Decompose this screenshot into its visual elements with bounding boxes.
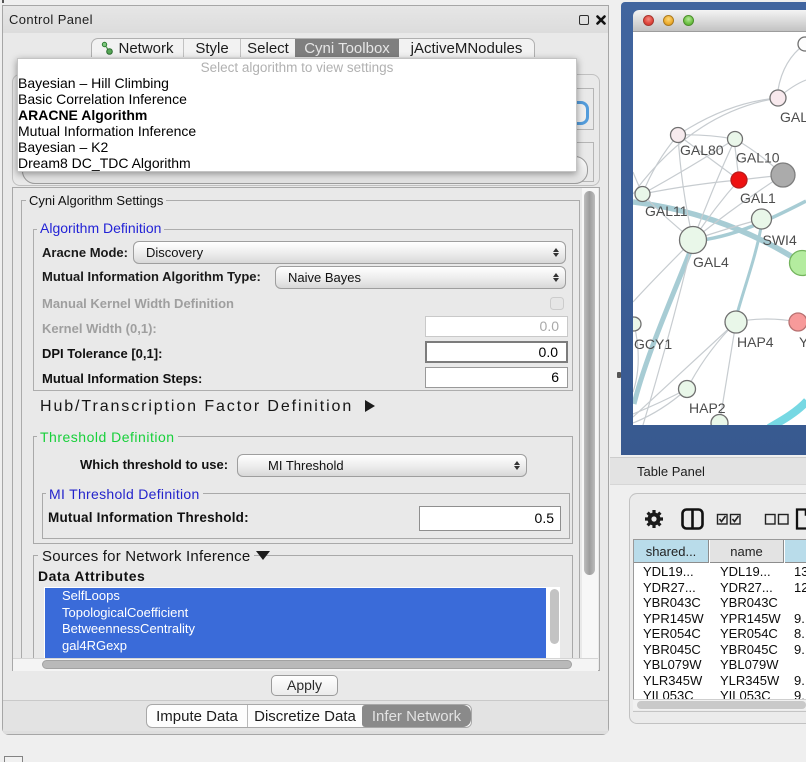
svg-text:GAL10: GAL10 (736, 150, 780, 166)
svg-text:GCY1: GCY1 (634, 336, 672, 352)
svg-text:HAP2: HAP2 (689, 400, 726, 416)
svg-text:SWI4: SWI4 (763, 232, 797, 248)
svg-text:GAL80: GAL80 (680, 142, 724, 158)
svg-text:Y: Y (799, 334, 806, 350)
svg-text:GAL7: GAL7 (780, 109, 806, 125)
svg-text:GAL11: GAL11 (645, 203, 688, 219)
svg-text:GAL4: GAL4 (693, 254, 729, 270)
svg-text:GAL1: GAL1 (740, 190, 776, 206)
svg-text:HAP4: HAP4 (737, 334, 774, 350)
